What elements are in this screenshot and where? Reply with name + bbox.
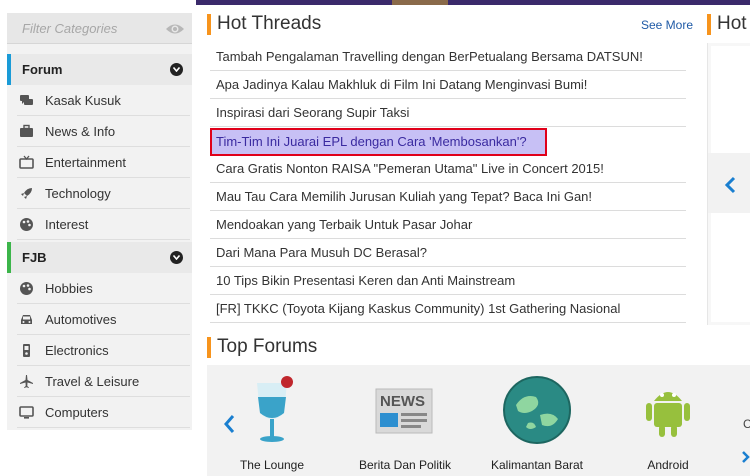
sidebar-item-label: Automotives	[45, 312, 117, 327]
banner-thumbnail	[392, 0, 448, 5]
forum-label[interactable]: Kalimantan Barat	[482, 458, 592, 472]
briefcase-icon	[19, 124, 34, 139]
svg-text:NEWS: NEWS	[380, 393, 425, 410]
sidebar-item-label: Computers	[45, 405, 109, 420]
device-icon	[19, 343, 34, 358]
sidebar-item-entertainment[interactable]: Entertainment	[17, 147, 190, 178]
thread-item[interactable]: Dari Mana Para Musuh DC Berasal?	[210, 239, 686, 267]
filter-placeholder: Filter Categories	[22, 21, 118, 36]
thread-title[interactable]: Apa Jadinya Kalau Makhluk di Film Ini Da…	[216, 77, 587, 92]
sidebar-item-kasak-kusuk[interactable]: Kasak Kusuk	[17, 85, 190, 116]
see-more-link[interactable]: See More	[641, 18, 693, 32]
chevron-down-icon[interactable]	[170, 251, 183, 264]
heading-accent-bar	[207, 337, 211, 358]
sidebar-item-label: News & Info	[45, 124, 116, 139]
thread-item-highlighted[interactable]: Tim-Tim Ini Juarai EPL dengan Cara 'Memb…	[210, 128, 547, 156]
top-forums-carousel: The Lounge NEWS Berita Dan Politik Kalim…	[207, 365, 750, 476]
monitor-icon	[19, 405, 34, 420]
plane-icon	[19, 374, 34, 389]
sidebar-item-computers[interactable]: Computers	[17, 397, 190, 428]
sidebar-item-label: Hobbies	[45, 281, 93, 296]
chevron-down-icon[interactable]	[170, 63, 183, 76]
sidebar-item-label: Travel & Leisure	[45, 374, 140, 389]
thread-title[interactable]: Mendoakan yang Terbaik Untuk Pasar Johar	[216, 217, 472, 232]
palette-icon	[19, 281, 34, 296]
thread-title[interactable]: Dari Mana Para Musuh DC Berasal?	[216, 245, 427, 260]
android-icon	[633, 375, 703, 445]
hot-threads-title: Hot Threads	[217, 13, 322, 34]
right-panel-title: Hot	[717, 13, 747, 34]
thread-title[interactable]: Tim-Tim Ini Juarai EPL dengan Cara 'Memb…	[216, 134, 527, 149]
sidebar-item-label: Entertainment	[45, 155, 126, 170]
sidebar-item-label: Electronics	[45, 343, 109, 358]
tv-icon	[19, 155, 34, 170]
sidebar-item-interest[interactable]: Interest	[17, 209, 190, 240]
chevron-left-icon[interactable]	[723, 176, 737, 199]
thread-item[interactable]: Mau Tau Cara Memilih Jurusan Kuliah yang…	[210, 183, 686, 211]
banner-image[interactable]	[196, 0, 750, 5]
sidebar-item-label: Kasak Kusuk	[45, 93, 121, 108]
sidebar-section-forum[interactable]: Forum	[7, 54, 192, 85]
globe-icon	[502, 375, 572, 445]
top-forums-title: Top Forums	[217, 336, 318, 357]
section-accent-bar	[7, 242, 11, 273]
forum-label[interactable]: The Lounge	[217, 458, 327, 472]
top-forums-heading: Top Forums	[207, 336, 407, 360]
sidebar-item-hobbies[interactable]: Hobbies	[17, 273, 190, 304]
sidebar-item-technology[interactable]: Technology	[17, 178, 190, 209]
chevron-left-icon[interactable]	[222, 414, 236, 439]
thread-title[interactable]: [FR] TKKC (Toyota Kijang Kaskus Communit…	[216, 301, 620, 316]
forum-card-kalimantan-barat[interactable]: Kalimantan Barat	[482, 365, 592, 476]
category-sidebar: Filter Categories Forum Kasak Kusuk News…	[7, 13, 192, 430]
eye-icon[interactable]	[165, 22, 185, 34]
thread-item[interactable]: Tambah Pengalaman Travelling dengan BerP…	[210, 43, 686, 71]
forum-card-android[interactable]: Android	[613, 365, 723, 476]
sidebar-item-electronics[interactable]: Electronics	[17, 335, 190, 366]
thread-item[interactable]: Mendoakan yang Terbaik Untuk Pasar Johar	[210, 211, 686, 239]
hot-threads-heading: Hot Threads	[207, 13, 407, 37]
section-label: Forum	[22, 62, 63, 77]
newspaper-icon: NEWS	[370, 375, 440, 445]
thread-title[interactable]: Mau Tau Cara Memilih Jurusan Kuliah yang…	[216, 189, 592, 204]
sidebar-item-news-info[interactable]: News & Info	[17, 116, 190, 147]
heading-accent-bar	[207, 14, 211, 35]
forum-label[interactable]: Android	[613, 458, 723, 472]
sidebar-item-automotives[interactable]: Automotives	[17, 304, 190, 335]
chat-icon	[19, 93, 34, 108]
thread-title[interactable]: Cara Gratis Nonton RAISA "Pemeran Utama"…	[216, 161, 604, 176]
thread-title[interactable]: 10 Tips Bikin Presentasi Keren dan Anti …	[216, 273, 515, 288]
section-label: FJB	[22, 250, 47, 265]
thread-title[interactable]: Inspirasi dari Seorang Supir Taksi	[216, 105, 409, 120]
thread-item[interactable]: Apa Jadinya Kalau Makhluk di Film Ini Da…	[210, 71, 686, 99]
chevron-right-icon[interactable]	[741, 450, 750, 469]
thread-item[interactable]: 10 Tips Bikin Presentasi Keren dan Anti …	[210, 267, 686, 295]
heading-accent-bar	[707, 14, 711, 35]
forum-label[interactable]: Berita Dan Politik	[350, 458, 460, 472]
top-banner-strip	[0, 0, 750, 6]
sidebar-item-travel-leisure[interactable]: Travel & Leisure	[17, 366, 190, 397]
lounge-glass-icon	[237, 375, 307, 445]
section-accent-bar	[7, 54, 11, 85]
forum-label-cutoff: C	[743, 417, 750, 431]
sidebar-section-fjb[interactable]: FJB	[7, 242, 192, 273]
palette-icon	[19, 217, 34, 232]
forum-card-berita-dan-politik[interactable]: NEWS Berita Dan Politik	[350, 365, 460, 476]
thread-item[interactable]: Cara Gratis Nonton RAISA "Pemeran Utama"…	[210, 155, 686, 183]
right-panel-heading: Hot	[707, 13, 750, 37]
thread-item[interactable]: Inspirasi dari Seorang Supir Taksi	[210, 99, 686, 127]
car-icon	[19, 312, 34, 327]
filter-categories-input[interactable]: Filter Categories	[7, 13, 192, 44]
sidebar-item-label: Interest	[45, 217, 89, 232]
rocket-icon	[19, 186, 34, 201]
thread-title[interactable]: Tambah Pengalaman Travelling dengan BerP…	[216, 49, 643, 64]
thread-item[interactable]: [FR] TKKC (Toyota Kijang Kaskus Communit…	[210, 295, 686, 323]
sidebar-item-label: Technology	[45, 186, 111, 201]
